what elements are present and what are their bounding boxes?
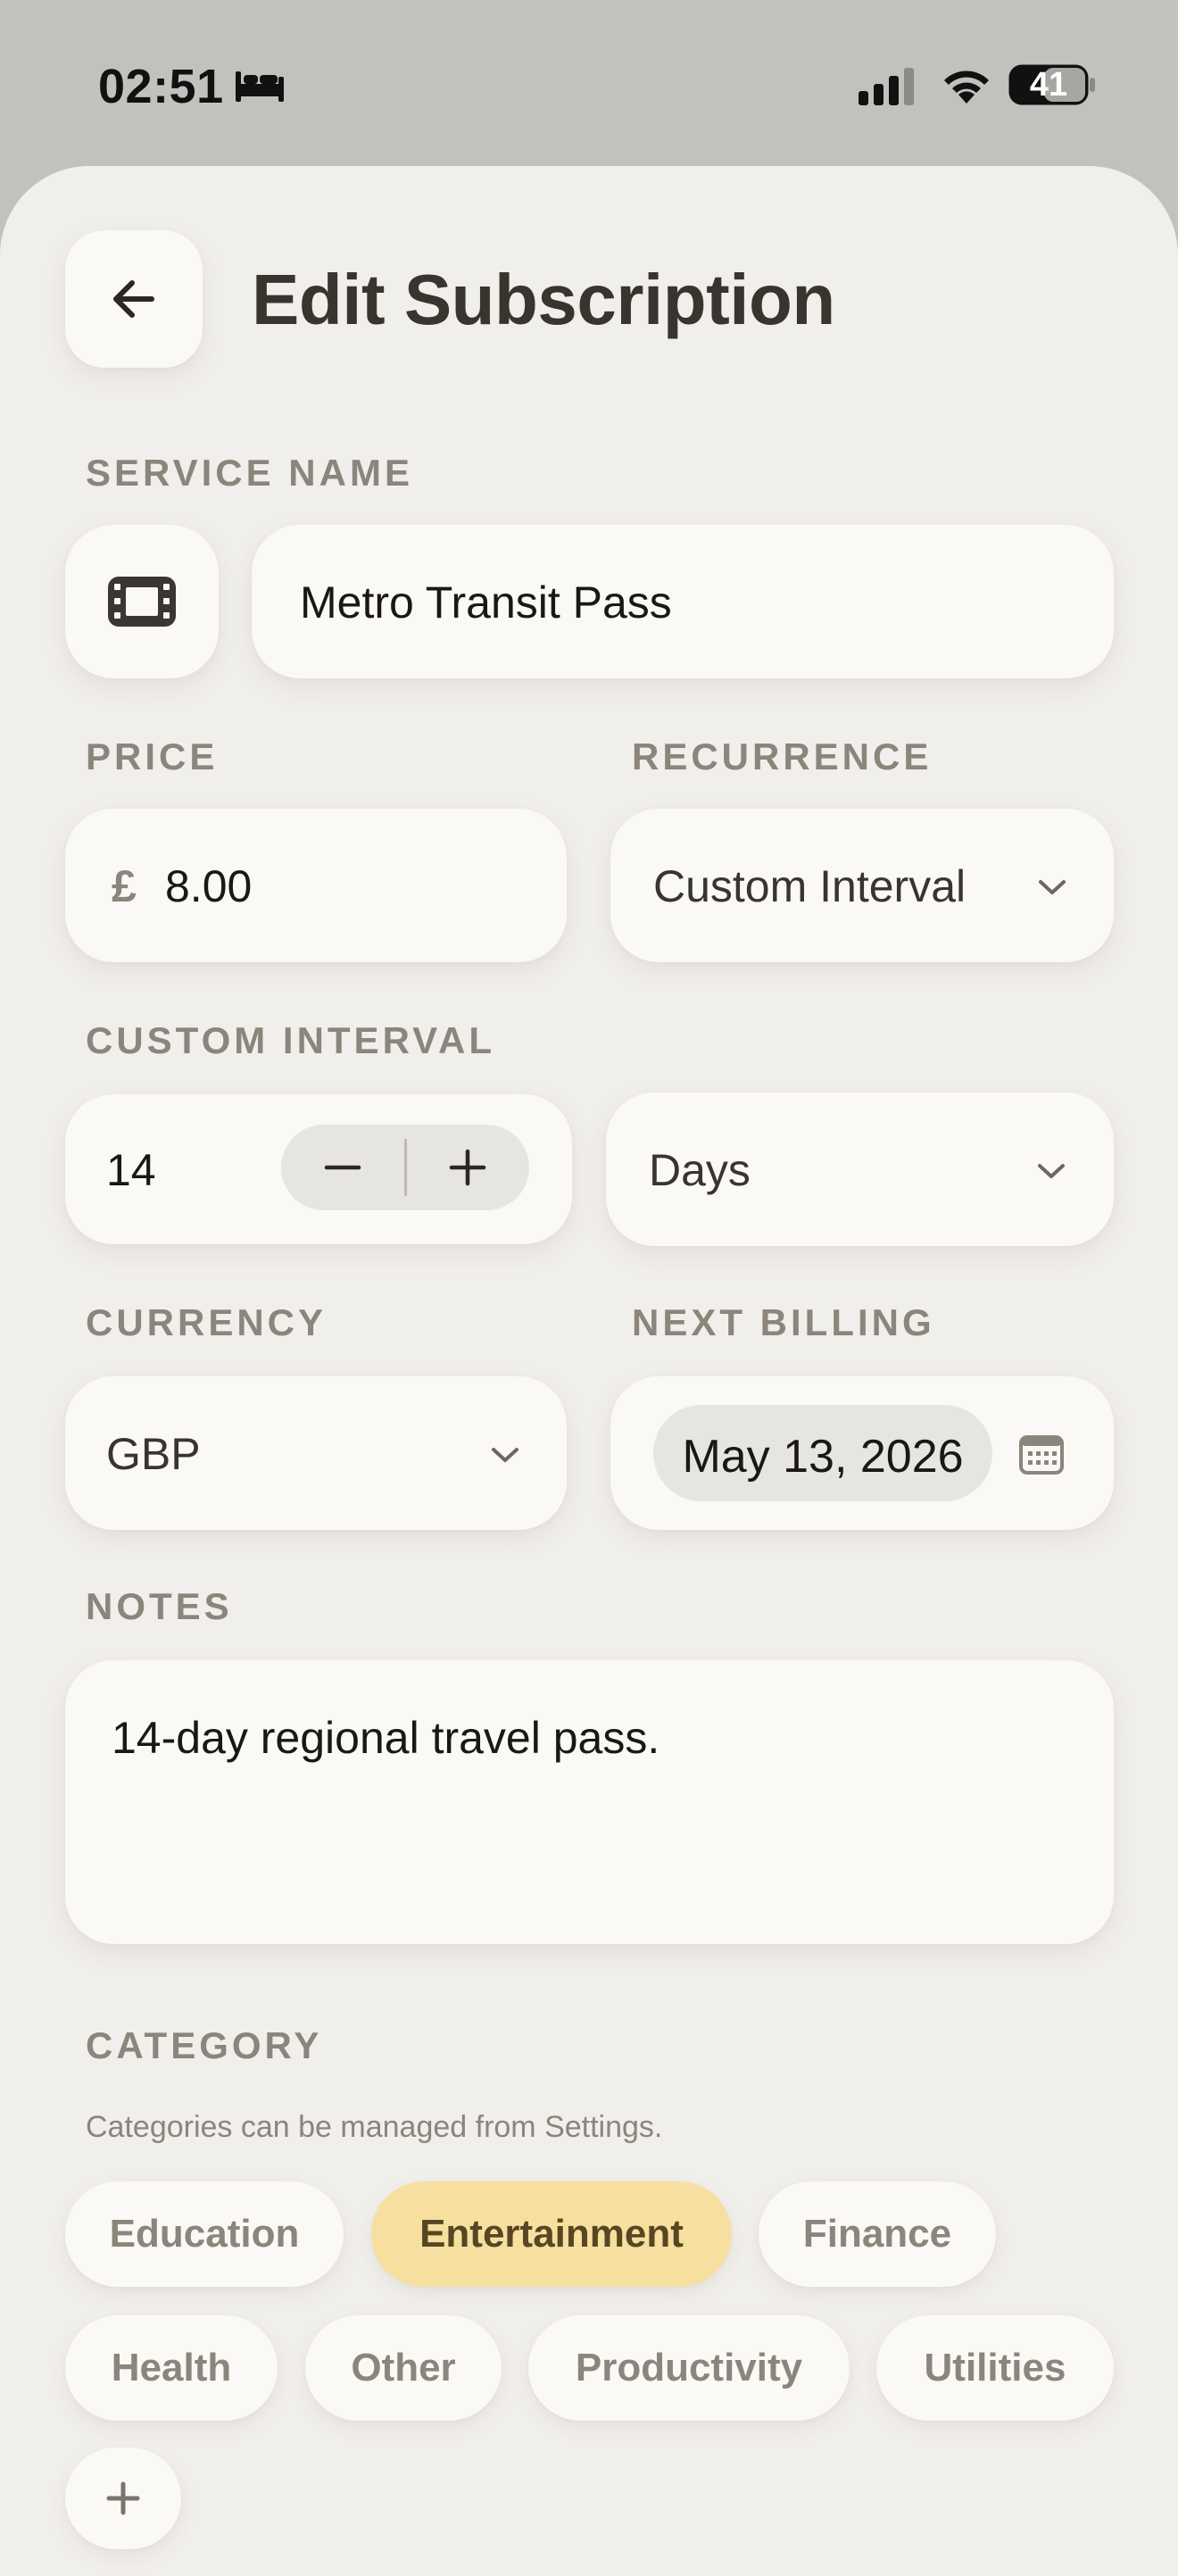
status-time: 02:51 xyxy=(98,60,224,113)
add-category-button[interactable] xyxy=(65,2447,181,2549)
sleep-focus-icon xyxy=(236,71,284,102)
cellular-signal-icon xyxy=(859,68,914,105)
service-icon-button[interactable] xyxy=(65,525,219,678)
next-billing-label: NEXT BILLING xyxy=(632,1301,935,1343)
interval-stepper xyxy=(281,1125,529,1210)
increment-button[interactable] xyxy=(406,1125,529,1210)
wifi-icon xyxy=(944,71,989,104)
service-name-value: Metro Transit Pass xyxy=(300,578,672,627)
recurrence-value: Custom Interval xyxy=(653,861,966,911)
interval-unit-value: Days xyxy=(649,1145,751,1195)
currency-label: CURRENCY xyxy=(86,1301,328,1343)
battery-level: 41 xyxy=(1029,66,1068,104)
chevron-down-icon xyxy=(1039,880,1066,894)
category-chip-utilities[interactable]: Utilities xyxy=(876,2315,1114,2421)
service-name-label: SERVICE NAME xyxy=(86,452,413,494)
recurrence-label: RECURRENCE xyxy=(632,735,933,777)
price-value: 8.00 xyxy=(165,861,253,911)
currency-symbol: £ xyxy=(112,861,137,911)
price-label: PRICE xyxy=(86,735,219,777)
chevron-down-icon xyxy=(492,1448,518,1462)
custom-interval-label: CUSTOM INTERVAL xyxy=(86,1019,496,1061)
recurrence-select[interactable]: Custom Interval xyxy=(610,809,1114,962)
interval-input[interactable]: 14 xyxy=(65,1094,572,1244)
plus-icon xyxy=(106,2481,140,2515)
category-chip-other[interactable]: Other xyxy=(305,2315,502,2421)
status-bar: 02:51 41 xyxy=(0,0,1178,161)
currency-select[interactable]: GBP xyxy=(65,1376,567,1530)
back-arrow-icon xyxy=(113,280,154,318)
price-input[interactable]: £ 8.00 xyxy=(65,809,567,962)
category-chip-productivity[interactable]: Productivity xyxy=(528,2315,850,2421)
plus-icon xyxy=(449,1149,486,1186)
next-billing-value: May 13, 2026 xyxy=(682,1431,964,1483)
notes-label: NOTES xyxy=(86,1585,233,1627)
chevron-down-icon xyxy=(1038,1164,1065,1178)
interval-unit-select[interactable]: Days xyxy=(606,1093,1114,1246)
next-billing-field: May 13, 2026 xyxy=(610,1376,1114,1530)
currency-value: GBP xyxy=(106,1429,201,1479)
page-title: Edit Subscription xyxy=(252,260,835,339)
category-chip-health[interactable]: Health xyxy=(65,2315,278,2421)
decrement-button[interactable] xyxy=(281,1125,404,1210)
category-label: CATEGORY xyxy=(86,2024,323,2066)
calendar-icon[interactable] xyxy=(1019,1433,1064,1475)
interval-value: 14 xyxy=(106,1145,156,1195)
notes-textarea[interactable]: 14-day regional travel pass. xyxy=(65,1660,1114,1944)
notes-value: 14-day regional travel pass. xyxy=(112,1713,660,1763)
film-icon xyxy=(108,577,176,627)
category-chip-entertainment[interactable]: Entertainment xyxy=(371,2181,732,2287)
service-name-input[interactable]: Metro Transit Pass xyxy=(252,525,1114,678)
category-help-text: Categories can be managed from Settings. xyxy=(86,2110,663,2144)
back-button[interactable] xyxy=(65,230,203,368)
category-chip-finance[interactable]: Finance xyxy=(759,2181,996,2287)
next-billing-date-picker[interactable]: May 13, 2026 xyxy=(653,1405,992,1501)
minus-icon xyxy=(324,1165,361,1170)
category-chip-education[interactable]: Education xyxy=(65,2181,344,2287)
